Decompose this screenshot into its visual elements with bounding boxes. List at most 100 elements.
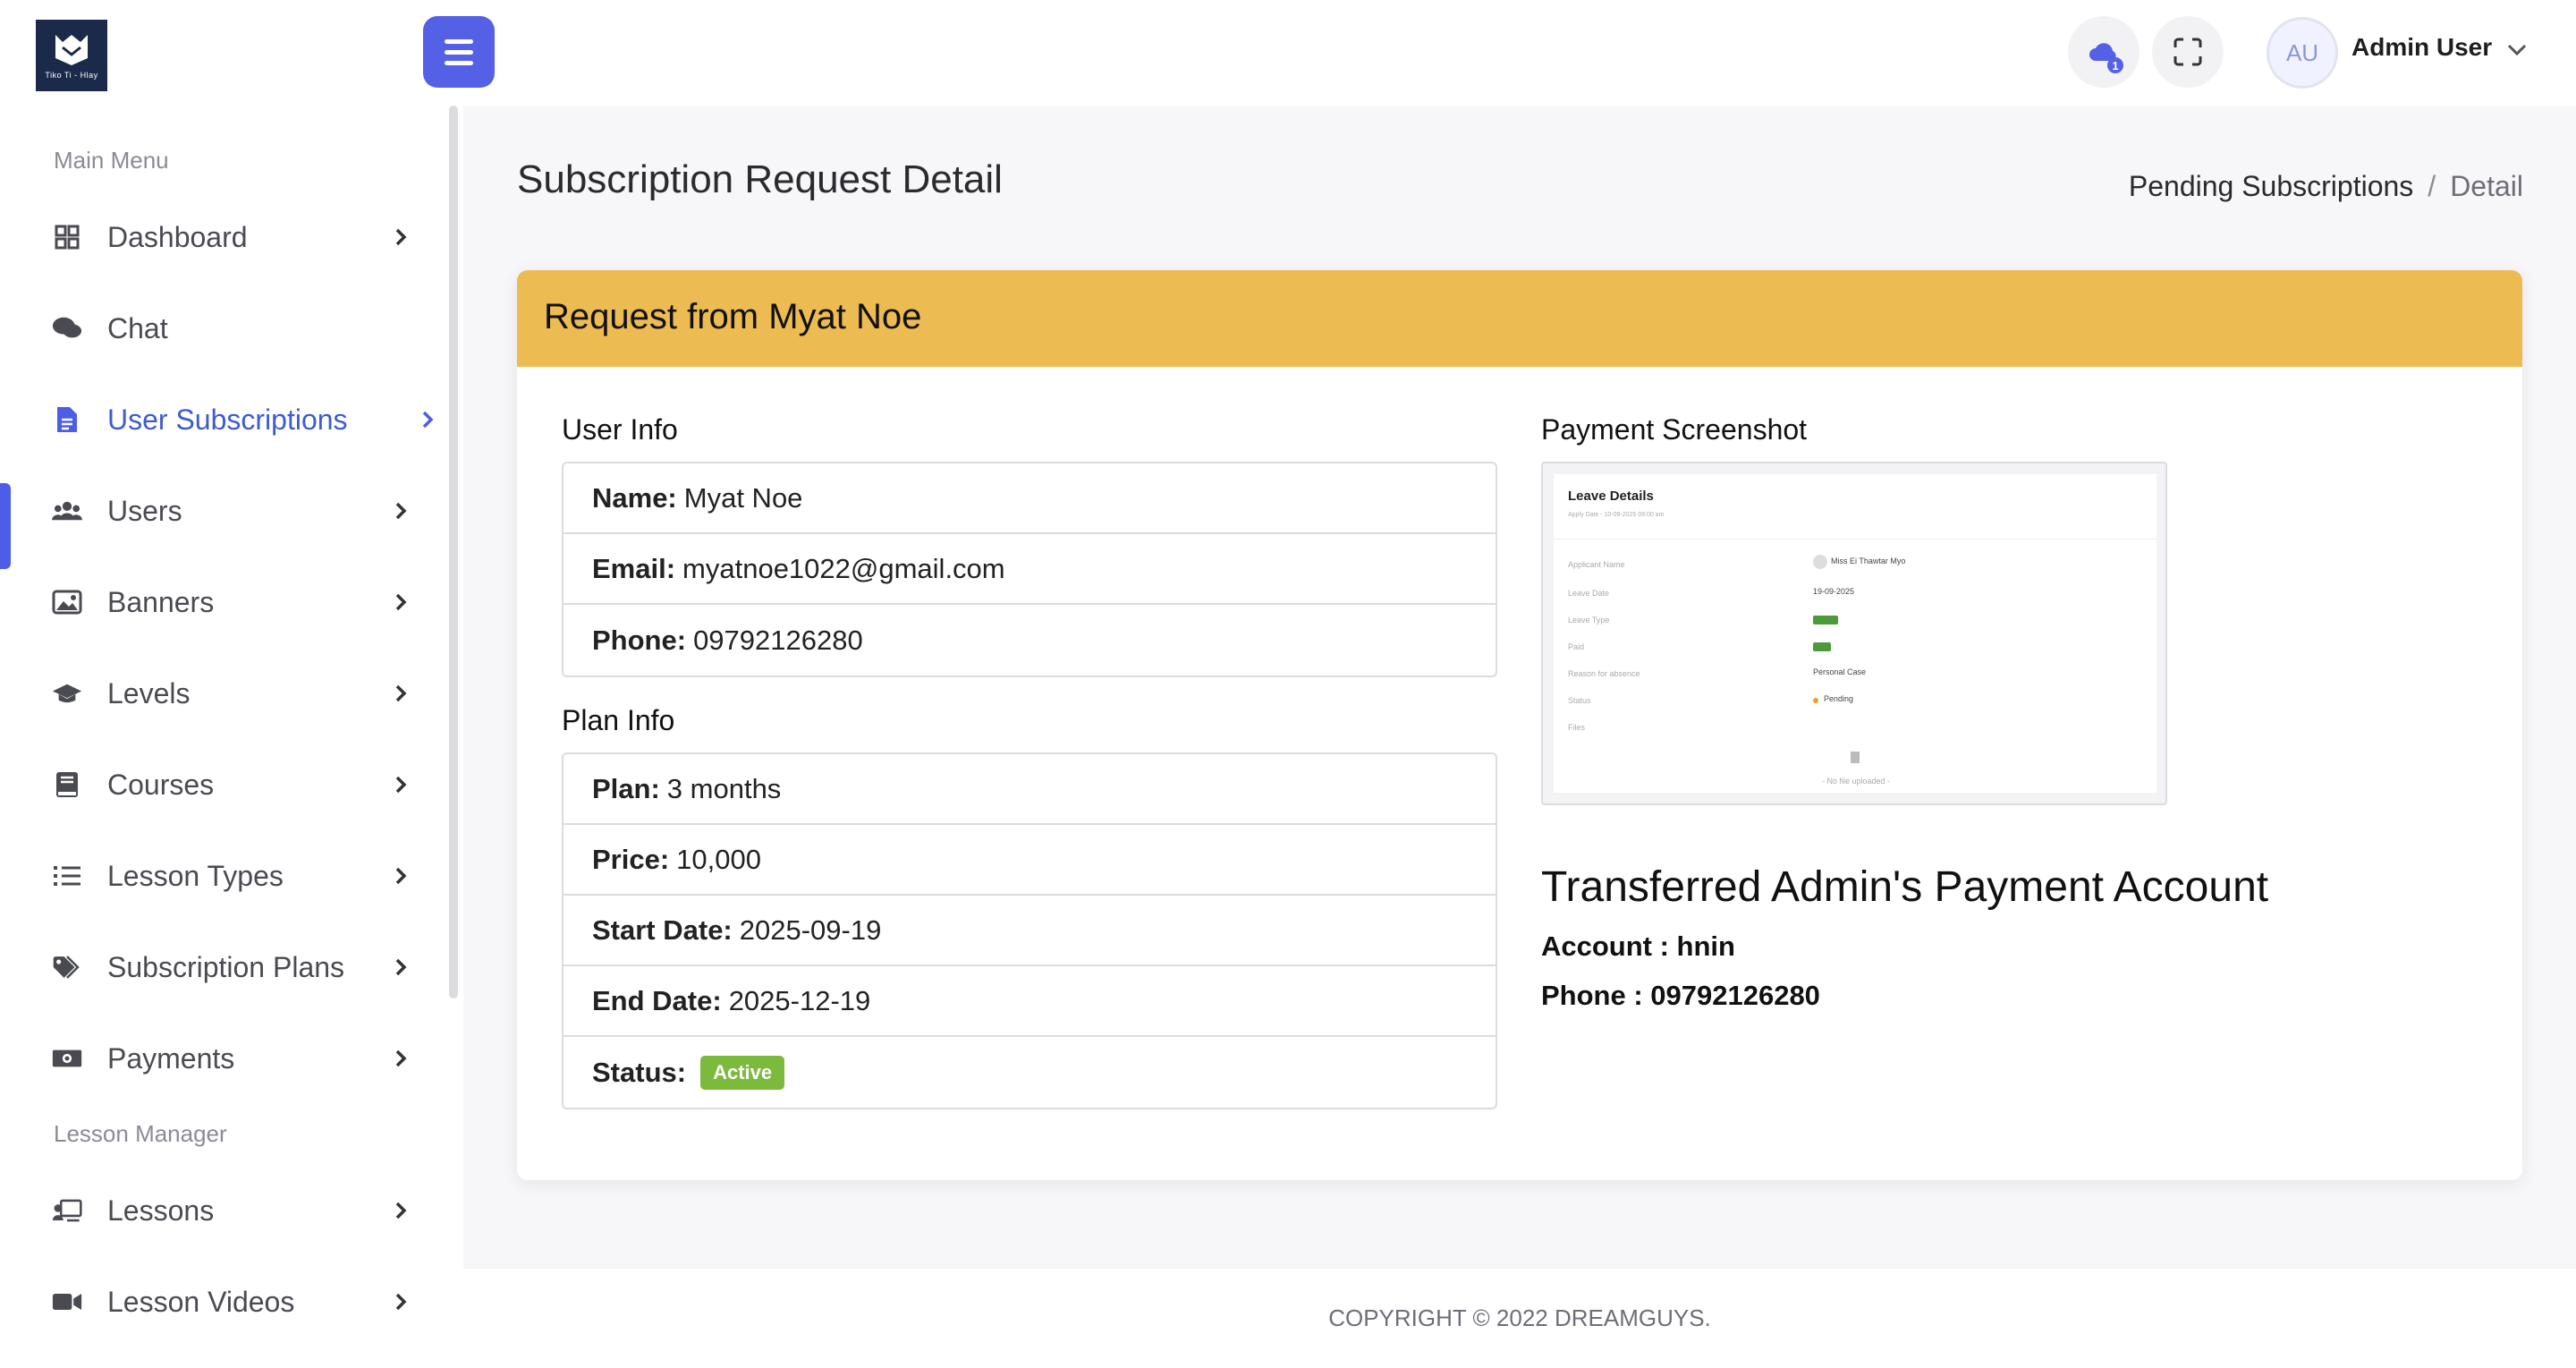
no-file-text: - No file uploaded - [1822, 777, 1891, 786]
payment-screenshot-image[interactable]: Leave Details Apply Date - 10-09-2025 09… [1541, 462, 2167, 805]
screenshot-label: Leave Date [1568, 589, 1610, 598]
chevron-right-icon [395, 1202, 407, 1219]
chevron-right-icon [395, 502, 407, 520]
logo-icon [55, 35, 88, 65]
user-info-list: Name: Myat Noe Email: myatnoe1022@gmail.… [562, 462, 1497, 677]
leave-type-badge [1813, 616, 1838, 625]
sidebar-item-dashboard[interactable]: Dashboard [0, 197, 447, 277]
end-date-value: 2025-12-19 [728, 984, 871, 1016]
sidebar-item-label: Lessons [107, 1194, 215, 1227]
sidebar-item-courses[interactable]: Courses [0, 744, 447, 825]
sidebar-item-label: Lesson Videos [107, 1285, 295, 1318]
app-logo[interactable]: Tiko Ti - Hlay [36, 20, 107, 91]
logo-text: Tiko Ti - Hlay [45, 71, 98, 80]
user-info-title: User Info [562, 413, 678, 446]
list-item: Plan: 3 months [564, 754, 1496, 825]
footer: COPYRIGHT © 2022 DREAMGUYS. [463, 1269, 2576, 1368]
name-value: Myat Noe [683, 481, 803, 514]
pending-dot-icon [1813, 698, 1818, 703]
transferred-account-title: Transferred Admin's Payment Account [1541, 863, 2269, 911]
chalkboard-icon [52, 1195, 82, 1226]
notification-button[interactable]: 1 [2068, 16, 2140, 88]
breadcrumb-separator: / [2428, 170, 2436, 202]
chevron-right-icon [395, 776, 407, 794]
payment-screenshot-title: Payment Screenshot [1541, 413, 1808, 446]
chevron-right-icon [395, 1049, 407, 1067]
chat-icon [52, 313, 82, 344]
phone-label: Phone: [592, 624, 687, 656]
chevron-right-icon [395, 958, 407, 976]
screenshot-label: Files [1568, 723, 1586, 732]
sidebar-item-levels[interactable]: Levels [0, 653, 447, 734]
fullscreen-icon [2174, 38, 2202, 66]
avatar [1813, 555, 1827, 569]
sidebar-item-label: User Subscriptions [107, 403, 348, 436]
account-phone: Phone : 09792126280 [1541, 980, 1820, 1011]
plan-value: 3 months [666, 772, 782, 804]
sidebar-toggle-button[interactable] [423, 16, 495, 88]
tags-icon [52, 952, 82, 982]
plan-info-list: Plan: 3 months Price: 10,000 Start Date:… [562, 752, 1497, 1109]
money-icon [52, 1043, 82, 1074]
breadcrumb-link-pending[interactable]: Pending Subscriptions [2129, 170, 2413, 203]
phone-value: 09792126280 [693, 624, 863, 656]
start-date-value: 2025-09-19 [739, 913, 882, 946]
screenshot-label: Leave Type [1568, 616, 1610, 625]
sidebar-scrollbar[interactable] [449, 106, 458, 998]
status-label: Status: [592, 1056, 687, 1088]
sidebar-item-lessons[interactable]: Lessons [0, 1170, 447, 1251]
plan-label: Plan: [592, 772, 660, 804]
image-icon [52, 587, 82, 617]
sidebar-item-label: Dashboard [107, 220, 248, 253]
sidebar-item-subscription-plans[interactable]: Subscription Plans [0, 927, 447, 1007]
breadcrumb-current: Detail [2450, 170, 2523, 202]
price-label: Price: [592, 843, 670, 875]
breadcrumb: Pending Subscriptions / Detail [2129, 170, 2523, 203]
list-item: Price: 10,000 [564, 825, 1496, 896]
request-card: Request from Myat Noe User Info Name: My… [517, 270, 2522, 1180]
document-icon [52, 404, 82, 435]
price-value: 10,000 [676, 843, 761, 875]
book-icon [52, 769, 82, 800]
user-avatar[interactable]: AU [2267, 17, 2338, 89]
hamburger-icon [445, 38, 473, 44]
fullscreen-button[interactable] [2152, 16, 2224, 88]
grid-icon [52, 222, 82, 252]
sidebar-item-label: Banners [107, 585, 215, 618]
sidebar-item-user-subscriptions[interactable]: User Subscriptions [0, 379, 447, 460]
list-item: Status: Active [564, 1037, 1496, 1108]
copyright-text: COPYRIGHT © 2022 DREAMGUYS. [1328, 1304, 1711, 1331]
top-header: Tiko Ti - Hlay 1 AU Admin User [0, 0, 2576, 106]
file-icon [1851, 752, 1860, 763]
sidebar-item-label: Courses [107, 768, 215, 801]
screenshot-value: Pending [1824, 694, 1854, 703]
sidebar-item-label: Lesson Types [107, 859, 284, 892]
sidebar-item-chat[interactable]: Chat [0, 288, 447, 369]
plan-info-title: Plan Info [562, 704, 675, 736]
screenshot-subtitle: Apply Date - 10-09-2025 09:00 am [1568, 512, 1665, 518]
chevron-down-icon[interactable] [2506, 43, 2528, 57]
chevron-right-icon [395, 867, 407, 885]
screenshot-label: Reason for absence [1568, 669, 1640, 678]
page-title: Subscription Request Detail [517, 157, 1003, 201]
sidebar-item-banners[interactable]: Banners [0, 562, 447, 642]
sidebar-item-lesson-videos[interactable]: Lesson Videos [0, 1262, 447, 1342]
video-icon [52, 1287, 82, 1317]
sidebar-item-label: Levels [107, 676, 191, 709]
notification-badge: 1 [2107, 57, 2123, 73]
sidebar-item-label: Chat [107, 311, 168, 344]
screenshot-label: Applicant Name [1568, 560, 1625, 569]
sidebar-item-label: Subscription Plans [107, 950, 345, 983]
users-icon [52, 496, 82, 526]
screenshot-value: Personal Case [1813, 667, 1867, 676]
sidebar-item-lesson-types[interactable]: Lesson Types [0, 836, 447, 916]
sidebar-item-label: Payments [107, 1041, 235, 1075]
screenshot-value: Miss Ei Thawtar Myo [1831, 557, 1906, 565]
sidebar-item-users[interactable]: Users [0, 471, 447, 551]
card-header: Request from Myat Noe [517, 270, 2522, 367]
sidebar-item-payments[interactable]: Payments [0, 1018, 447, 1099]
name-label: Name: [592, 481, 677, 514]
start-date-label: Start Date: [592, 913, 733, 946]
list-item: Name: Myat Noe [564, 463, 1496, 534]
user-name[interactable]: Admin User [2351, 33, 2492, 62]
